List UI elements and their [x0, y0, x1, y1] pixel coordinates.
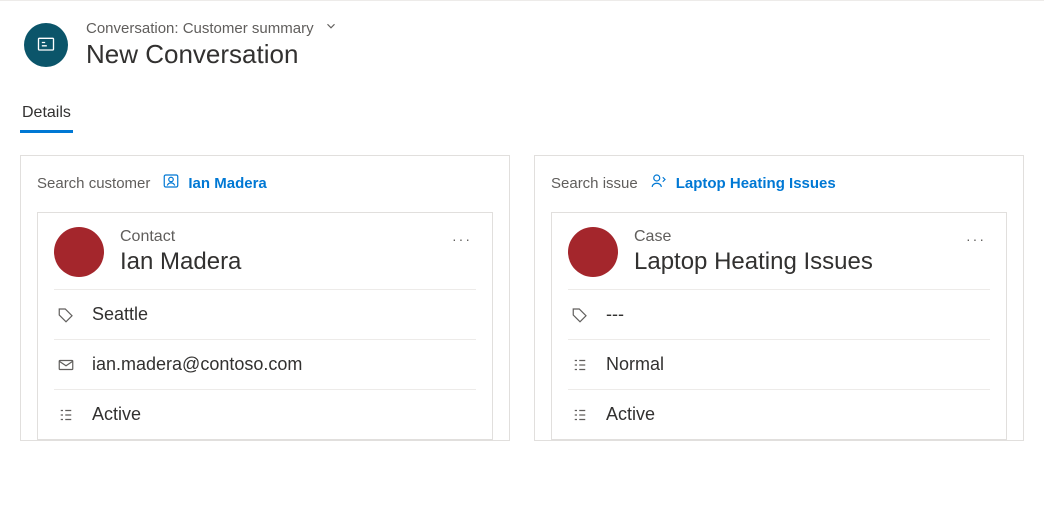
search-issue-label: Search issue [551, 175, 638, 192]
page-title: New Conversation [86, 39, 338, 70]
breadcrumb-label: Conversation: Customer summary [86, 20, 314, 37]
tabs: Details [0, 98, 1044, 133]
more-menu-button[interactable]: ··· [966, 231, 986, 247]
contact-card-name: Ian Madera [120, 248, 241, 276]
breadcrumb-dropdown[interactable]: Conversation: Customer summary [86, 19, 338, 37]
tag-icon [56, 305, 76, 325]
tag-icon [570, 305, 590, 325]
case-card-type: Case [634, 228, 873, 246]
list-icon [570, 355, 590, 375]
case-status: Active [606, 404, 655, 425]
panel-issue: Search issue Laptop Heating Issues Case … [534, 155, 1024, 441]
case-location: --- [606, 304, 624, 325]
case-card: Case Laptop Heating Issues ··· --- Norma… [551, 212, 1007, 440]
contact-location-row: Seattle [54, 290, 476, 340]
contact-email: ian.madera@contoso.com [92, 354, 302, 375]
chevron-down-icon [324, 19, 338, 37]
case-priority: Normal [606, 354, 664, 375]
tab-details[interactable]: Details [20, 98, 73, 133]
search-customer-label: Search customer [37, 175, 150, 192]
page-header: Conversation: Customer summary New Conve… [0, 0, 1044, 82]
avatar [54, 227, 104, 277]
contact-status-row: Active [54, 390, 476, 439]
case-priority-row: Normal [568, 340, 990, 390]
mail-icon [56, 355, 76, 375]
panel-customer: Search customer Ian Madera Contact Ian M… [20, 155, 510, 441]
panels-row: Search customer Ian Madera Contact Ian M… [0, 133, 1044, 441]
case-icon [650, 172, 668, 194]
panel-issue-header: Search issue Laptop Heating Issues [551, 172, 1007, 194]
contact-card: Contact Ian Madera ··· Seattle ian.mader… [37, 212, 493, 440]
case-status-row: Active [568, 390, 990, 439]
list-icon [570, 405, 590, 425]
contact-icon [162, 172, 180, 194]
contact-location: Seattle [92, 304, 148, 325]
header-text: Conversation: Customer summary New Conve… [86, 19, 338, 70]
customer-link-text: Ian Madera [188, 175, 266, 192]
issue-link[interactable]: Laptop Heating Issues [650, 172, 836, 194]
more-menu-button[interactable]: ··· [452, 231, 472, 247]
case-location-row: --- [568, 290, 990, 340]
contact-email-row: ian.madera@contoso.com [54, 340, 476, 390]
case-card-top: Case Laptop Heating Issues ··· [568, 227, 990, 290]
contact-status: Active [92, 404, 141, 425]
customer-link[interactable]: Ian Madera [162, 172, 266, 194]
panel-customer-header: Search customer Ian Madera [37, 172, 493, 194]
avatar [568, 227, 618, 277]
case-card-name: Laptop Heating Issues [634, 248, 873, 276]
conversation-entity-icon [24, 23, 68, 67]
contact-card-top: Contact Ian Madera ··· [54, 227, 476, 290]
issue-link-text: Laptop Heating Issues [676, 175, 836, 192]
contact-card-type: Contact [120, 228, 241, 246]
list-icon [56, 405, 76, 425]
